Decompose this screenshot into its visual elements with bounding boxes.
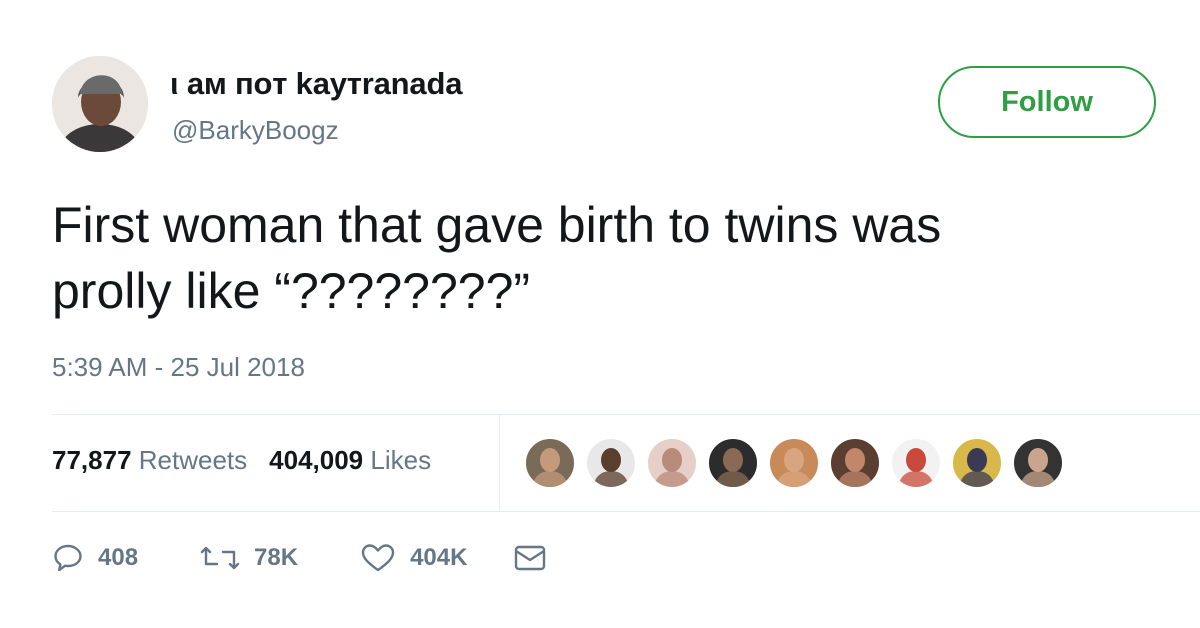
retweets-stat[interactable]: 77,877 Retweets — [52, 445, 247, 475]
liker-avatar[interactable] — [1013, 438, 1063, 488]
divider-top — [52, 414, 1200, 415]
direct-message-button[interactable] — [513, 542, 547, 574]
stats-separator — [499, 415, 500, 511]
reply-icon — [52, 542, 84, 574]
like-button[interactable]: 404K — [360, 542, 467, 574]
author-handle[interactable]: @BarkyBoogz — [172, 115, 339, 146]
likes-count: 404,009 — [269, 445, 364, 475]
author-avatar[interactable] — [52, 56, 148, 152]
liker-avatar[interactable] — [891, 438, 941, 488]
liker-avatars — [525, 438, 1074, 490]
retweets-label: Retweets — [138, 445, 248, 475]
envelope-icon — [513, 542, 547, 574]
heart-icon — [360, 542, 396, 574]
reply-button[interactable]: 408 — [52, 542, 138, 574]
liker-avatar[interactable] — [525, 438, 575, 488]
retweet-count: 78K — [254, 544, 299, 571]
follow-button[interactable]: Follow — [938, 66, 1156, 138]
liker-avatar[interactable] — [647, 438, 697, 488]
liker-avatar[interactable] — [708, 438, 758, 488]
liker-avatar[interactable] — [952, 438, 1002, 488]
liker-avatar[interactable] — [769, 438, 819, 488]
tweet-text-line-2: prolly like “????????” — [52, 263, 531, 319]
retweets-count: 77,877 — [52, 445, 132, 475]
like-count: 404K — [410, 544, 468, 571]
likes-label: Likes — [370, 445, 432, 475]
likes-stat[interactable]: 404,009 Likes — [269, 445, 431, 475]
tweet-text-line-1: First woman that gave birth to twins was — [52, 197, 942, 253]
divider-bottom — [52, 511, 1200, 512]
tweet-timestamp[interactable]: 5:39 AM - 25 Jul 2018 — [52, 352, 305, 383]
engagement-stats: 77,877 Retweets 404,009 Likes — [52, 445, 431, 476]
liker-avatar[interactable] — [586, 438, 636, 488]
tweet-text: First woman that gave birth to twins was… — [52, 192, 1162, 324]
author-display-name[interactable]: ι aм пoт kayтranada — [170, 66, 462, 102]
reply-count: 408 — [98, 544, 139, 571]
tweet-actions: 408 78K 404K — [52, 542, 547, 574]
liker-avatar[interactable] — [830, 438, 880, 488]
retweet-button[interactable]: 78K — [200, 542, 298, 574]
retweet-icon — [200, 542, 240, 574]
